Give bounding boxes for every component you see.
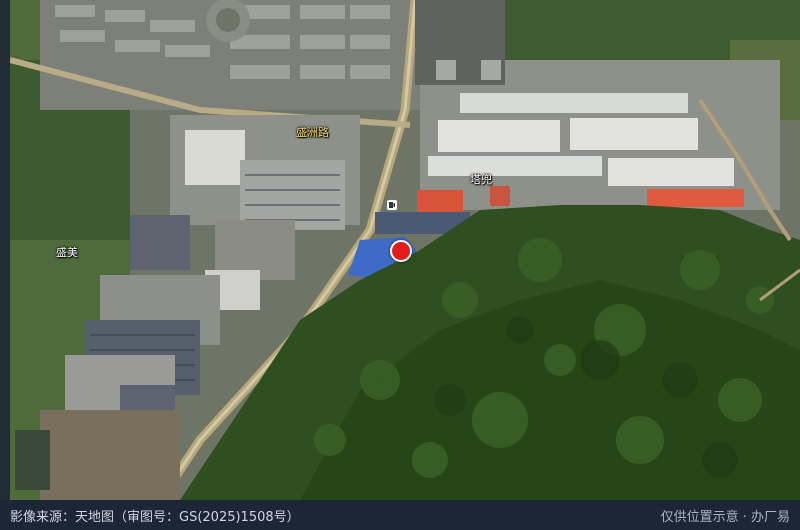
left-edge-shadow [0, 0, 10, 500]
fuel-station-icon[interactable] [386, 199, 398, 211]
location-pin-icon[interactable] [390, 240, 412, 262]
satellite-map[interactable]: 盛洲路 塔兜 盛美 [0, 0, 800, 500]
imagery-attribution: 影像来源：天地图（审图号：GS(2025)1508号） [10, 509, 300, 525]
location-notice: 仅供位置示意 · 办厂易 [660, 509, 790, 525]
map-footer: 影像来源：天地图（审图号：GS(2025)1508号） 仅供位置示意 · 办厂易 [0, 500, 800, 530]
place-label-shengmei: 盛美 [56, 246, 78, 259]
map-frame: 盛洲路 塔兜 盛美 影像来源：天地图（审图号：GS(2025)1508号） 仅供… [0, 0, 800, 530]
place-label-tadou: 塔兜 [470, 173, 492, 186]
road-label: 盛洲路 [296, 126, 329, 139]
